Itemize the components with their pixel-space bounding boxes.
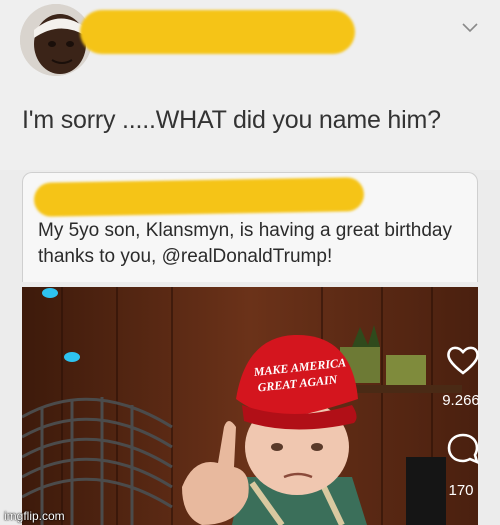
post-photo[interactable]: MAKE AMERICA GREAT AGAIN xyxy=(22,287,478,525)
chevron-down-icon xyxy=(462,23,478,33)
comment-count: 170 xyxy=(448,482,474,499)
more-options-button[interactable] xyxy=(458,18,482,38)
top-post: I'm sorry .....WHAT did you name him? xyxy=(0,0,500,170)
watermark: imgflip.com xyxy=(4,509,65,523)
speech-bubble-icon[interactable] xyxy=(446,432,480,466)
like-count: 9.266 xyxy=(442,392,480,409)
heart-icon[interactable] xyxy=(446,344,480,376)
quoted-post-text: My 5yo son, Klansmyn, is having a great … xyxy=(38,220,452,267)
redacted-quoted-username xyxy=(33,177,365,217)
redacted-username xyxy=(80,10,355,54)
post-text: I'm sorry .....WHAT did you name him? xyxy=(22,106,441,134)
